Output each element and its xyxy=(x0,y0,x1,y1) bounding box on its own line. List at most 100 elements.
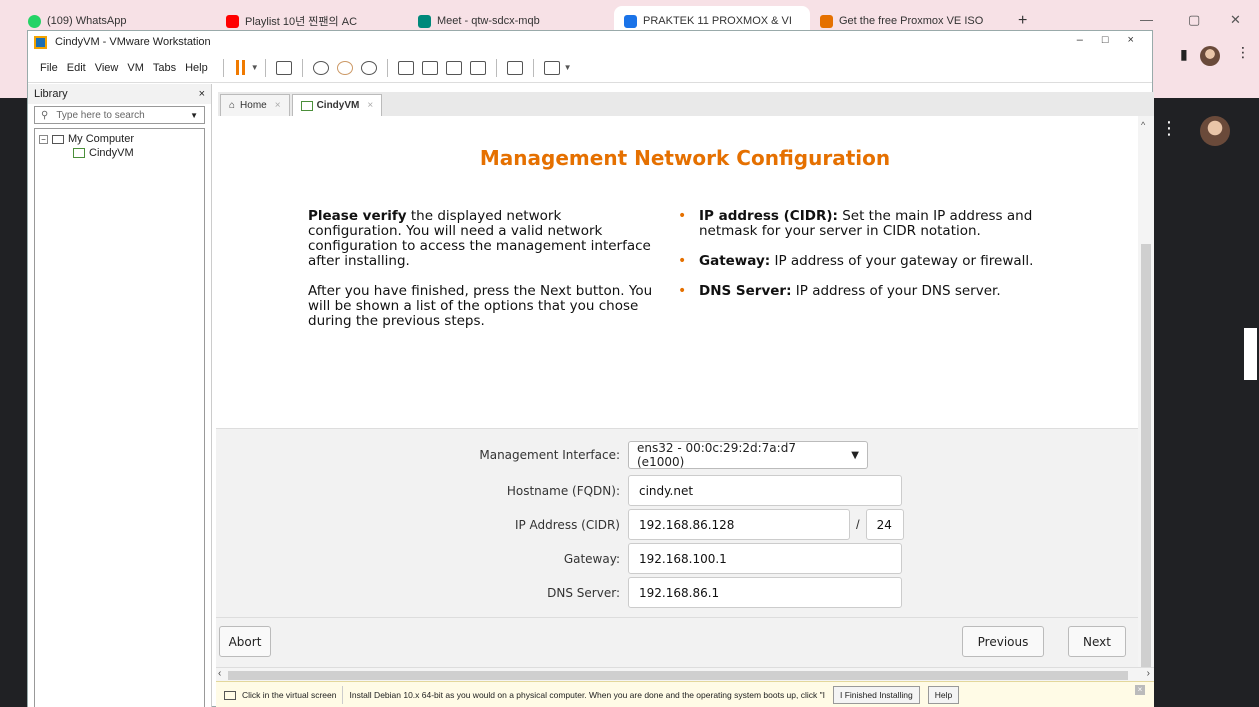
ip-address-row: IP Address (CIDR) 192.168.86.128 / 24 xyxy=(442,509,904,540)
stretch-guest-icon[interactable] xyxy=(543,60,560,75)
snapshot-manager-icon[interactable] xyxy=(360,60,377,75)
full-screen-icon[interactable] xyxy=(445,60,462,75)
gateway-input[interactable]: 192.168.100.1 xyxy=(628,543,902,574)
menu-tabs[interactable]: Tabs xyxy=(153,62,176,74)
pause-icon[interactable] xyxy=(235,60,245,75)
hostname-input[interactable]: cindy.net xyxy=(628,475,902,506)
revert-snapshot-icon[interactable] xyxy=(336,60,353,75)
next-button[interactable]: Next xyxy=(1068,626,1126,657)
vertical-scrollbar[interactable]: ^ v xyxy=(1138,116,1154,681)
menu-edit[interactable]: Edit xyxy=(67,62,86,74)
send-ctrl-alt-del-icon[interactable] xyxy=(275,60,292,75)
vmware-app-icon xyxy=(34,35,47,49)
toolbar-divider xyxy=(495,58,497,77)
menu-file[interactable]: File xyxy=(40,62,58,74)
hostname-label: Hostname (FQDN): xyxy=(506,483,620,498)
console-view-icon[interactable] xyxy=(506,60,523,75)
bullet-term: IP address (CIDR): xyxy=(699,208,838,224)
tab-close-icon[interactable]: × xyxy=(367,100,373,111)
chevron-down-icon[interactable]: ▼ xyxy=(564,63,572,72)
unity-icon[interactable] xyxy=(469,60,486,75)
toolbar-divider xyxy=(386,58,388,77)
finished-installing-button[interactable]: I Finished Installing xyxy=(833,686,920,704)
vmware-window: CindyVM - VMware Workstation – □ × File … xyxy=(27,30,1154,707)
tree-item-my-computer[interactable]: − My Computer xyxy=(39,132,200,146)
scroll-up-icon[interactable]: ^ xyxy=(1141,120,1145,130)
help-bullets: • IP address (CIDR): Set the main IP add… xyxy=(671,209,1051,314)
tab-label: CindyVM xyxy=(316,100,360,111)
tab-close-icon[interactable]: × xyxy=(275,100,281,111)
status-divider xyxy=(342,686,344,704)
browser-tab-youtube[interactable]: Playlist 10년 찐팬의 AC xyxy=(226,10,402,32)
participant-avatar xyxy=(1200,116,1230,146)
tab-home[interactable]: ⌂ Home × xyxy=(220,94,290,116)
network-form: Management Interface: ens32 - 00:0c:29:2… xyxy=(216,428,1138,681)
side-scroll-thumb[interactable] xyxy=(1244,328,1257,380)
tab-label: Meet - qtw-sdcx-mqb xyxy=(437,15,540,27)
menu-bar: File Edit View VM Tabs Help ▼ ▼ xyxy=(28,53,1152,83)
scrollbar-thumb[interactable] xyxy=(228,671,1128,680)
mgmt-interface-label: Management Interface: xyxy=(479,448,620,462)
chevron-down-icon: ▼ xyxy=(851,449,859,461)
vm-console-screen[interactable]: Management Network Configuration Please … xyxy=(216,116,1154,681)
ip-address-input[interactable]: 192.168.86.128 xyxy=(628,509,850,540)
collapse-icon[interactable]: − xyxy=(39,134,48,144)
minimize-icon[interactable]: — xyxy=(1140,12,1153,27)
bullet-dot-icon: • xyxy=(678,208,687,224)
mgmt-interface-value: ens32 - 00:0c:29:2d:7a:d7 (e1000) xyxy=(637,441,796,469)
show-library-icon[interactable] xyxy=(397,60,414,75)
search-icon: ⚲ xyxy=(41,109,49,121)
window-controls[interactable]: – □ × xyxy=(1077,34,1142,46)
new-tab-plus: + xyxy=(1018,12,1028,29)
close-icon[interactable]: ✕ xyxy=(1230,12,1241,28)
tree-item-cindyvm[interactable]: CindyVM xyxy=(39,146,200,160)
vm-icon xyxy=(73,148,85,158)
menu-icon[interactable]: ⋮ xyxy=(1236,44,1250,61)
dns-input[interactable]: 192.168.86.1 xyxy=(628,577,902,608)
browser-tab-proxmox[interactable]: Get the free Proxmox VE ISO xyxy=(820,10,1006,32)
maximize-icon[interactable]: ▢ xyxy=(1188,12,1200,28)
scroll-left-icon[interactable]: ‹ xyxy=(218,668,221,679)
status-bar: Click in the virtual screen Install Debi… xyxy=(216,681,1154,707)
ip-address-label: IP Address (CIDR) xyxy=(514,517,620,532)
instructions-para-1: Please verify the displayed network conf… xyxy=(308,209,658,269)
menu-vm[interactable]: VM xyxy=(127,62,144,74)
horizontal-scrollbar[interactable]: ‹ › xyxy=(216,667,1154,681)
toolbar-divider xyxy=(532,58,534,77)
bullet-text: IP address of your gateway or firewall. xyxy=(770,253,1034,269)
cidr-input[interactable]: 24 xyxy=(865,509,904,540)
browser-tab-meet[interactable]: Meet - qtw-sdcx-mqb xyxy=(418,10,586,32)
gateway-label: Gateway: xyxy=(563,551,620,566)
scroll-right-icon[interactable]: › xyxy=(1147,668,1150,679)
instructions-emphasis: Please verify xyxy=(308,208,407,224)
new-tab-button[interactable]: + xyxy=(1018,10,1027,32)
scrollbar-thumb[interactable] xyxy=(1141,244,1151,668)
status-hint: Click in the virtual screen xyxy=(242,690,337,700)
dns-row: DNS Server: 192.168.86.1 xyxy=(442,577,902,608)
chevron-down-icon[interactable]: ▼ xyxy=(190,111,198,120)
chevron-down-icon[interactable]: ▼ xyxy=(251,63,259,72)
profile-avatar[interactable] xyxy=(1200,46,1220,66)
more-options-icon[interactable]: ⋮ xyxy=(1160,118,1178,139)
vm-icon xyxy=(300,100,313,111)
snapshot-icon[interactable] xyxy=(312,60,329,75)
search-placeholder: Type here to search xyxy=(56,109,145,121)
help-button[interactable]: Help xyxy=(927,686,960,704)
menu-view[interactable]: View xyxy=(95,62,119,74)
toolbar-divider xyxy=(222,58,224,77)
menu-help[interactable]: Help xyxy=(185,62,208,74)
abort-button[interactable]: Abort xyxy=(219,626,271,657)
close-status-icon[interactable]: × xyxy=(1135,685,1145,695)
panel-icon[interactable]: ▮ xyxy=(1180,46,1188,63)
library-close-icon[interactable]: × xyxy=(199,88,205,100)
tab-label: Home xyxy=(240,100,267,111)
library-panel: Library × ⚲ Type here to search ▼ − My C… xyxy=(28,84,212,707)
browser-tab-whatsapp[interactable]: (109) WhatsApp xyxy=(28,10,218,32)
tab-cindyvm[interactable]: CindyVM × xyxy=(291,94,383,116)
proxmox-icon xyxy=(820,14,833,28)
previous-button[interactable]: Previous xyxy=(962,626,1044,657)
mgmt-interface-select[interactable]: ens32 - 00:0c:29:2d:7a:d7 (e1000) ▼ xyxy=(628,441,868,469)
thumbnail-bar-icon[interactable] xyxy=(421,60,438,75)
library-search-input[interactable]: ⚲ Type here to search ▼ xyxy=(34,106,205,124)
page-title: Management Network Configuration xyxy=(479,146,891,170)
